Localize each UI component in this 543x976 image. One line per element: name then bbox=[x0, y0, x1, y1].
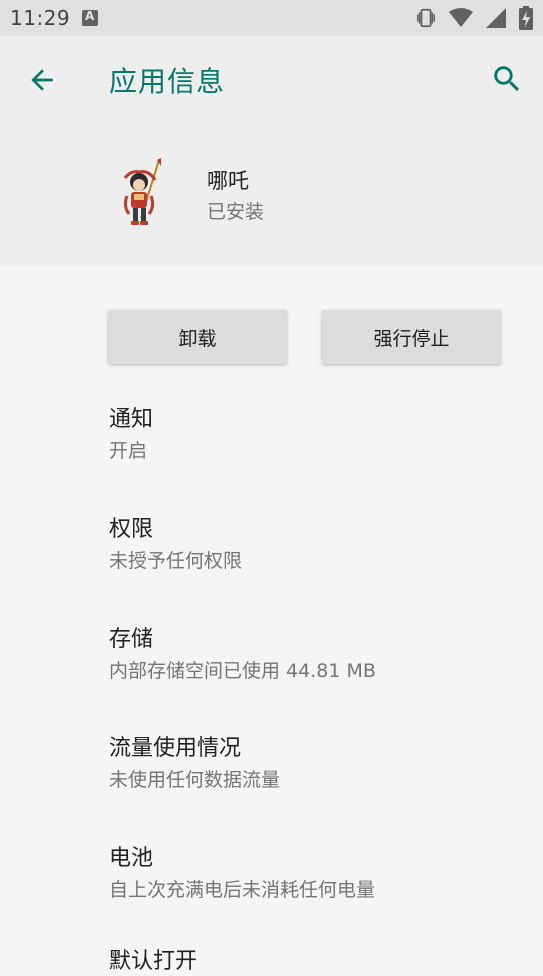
status-time: 11:29 bbox=[10, 6, 71, 30]
app-icon bbox=[123, 158, 161, 225]
vibrate-icon bbox=[417, 8, 435, 28]
setting-item-storage[interactable]: 存储 内部存储空间已使用 44.81 MB bbox=[109, 626, 529, 684]
setting-summary: 自上次充满电后未消耗任何电量 bbox=[109, 879, 376, 901]
setting-title: 通知 bbox=[109, 407, 154, 432]
wifi-icon bbox=[449, 8, 473, 27]
setting-summary: 未授予任何权限 bbox=[109, 550, 243, 572]
app-info-header: 应用信息 哪吒 已安装 bbox=[0, 36, 543, 265]
setting-title: 存储 bbox=[109, 627, 154, 652]
search-icon[interactable] bbox=[490, 62, 524, 96]
setting-title: 电池 bbox=[109, 846, 154, 871]
setting-title: 默认打开 bbox=[109, 949, 198, 974]
setting-summary: 未使用任何数据流量 bbox=[109, 769, 281, 791]
setting-item-notifications[interactable]: 通知 开启 bbox=[109, 406, 529, 464]
setting-summary: 开启 bbox=[109, 440, 148, 462]
setting-title: 流量使用情况 bbox=[109, 736, 242, 761]
force-stop-button[interactable]: 强行停止 bbox=[322, 310, 501, 364]
setting-summary: 内部存储空间已使用 44.81 MB bbox=[109, 660, 376, 682]
battery-charging-icon bbox=[519, 6, 533, 30]
a-letter-icon: A bbox=[82, 9, 98, 26]
setting-item-battery[interactable]: 电池 自上次充满电后未消耗任何电量 bbox=[109, 845, 529, 903]
page-title: 应用信息 bbox=[109, 65, 226, 98]
arrow-back-icon[interactable] bbox=[26, 64, 58, 96]
setting-title: 权限 bbox=[109, 517, 154, 542]
status-icons bbox=[415, 6, 533, 30]
app-name: 哪吒 bbox=[207, 169, 249, 193]
status-bar: 11:29 A bbox=[0, 0, 543, 36]
cell-signal-icon bbox=[486, 8, 506, 28]
setting-item-open-by-default[interactable]: 默认打开 bbox=[109, 948, 529, 976]
setting-item-permissions[interactable]: 权限 未授予任何权限 bbox=[109, 516, 529, 574]
setting-item-data-usage[interactable]: 流量使用情况 未使用任何数据流量 bbox=[109, 735, 529, 793]
uninstall-button[interactable]: 卸载 bbox=[108, 310, 287, 364]
app-install-status: 已安装 bbox=[207, 201, 265, 223]
